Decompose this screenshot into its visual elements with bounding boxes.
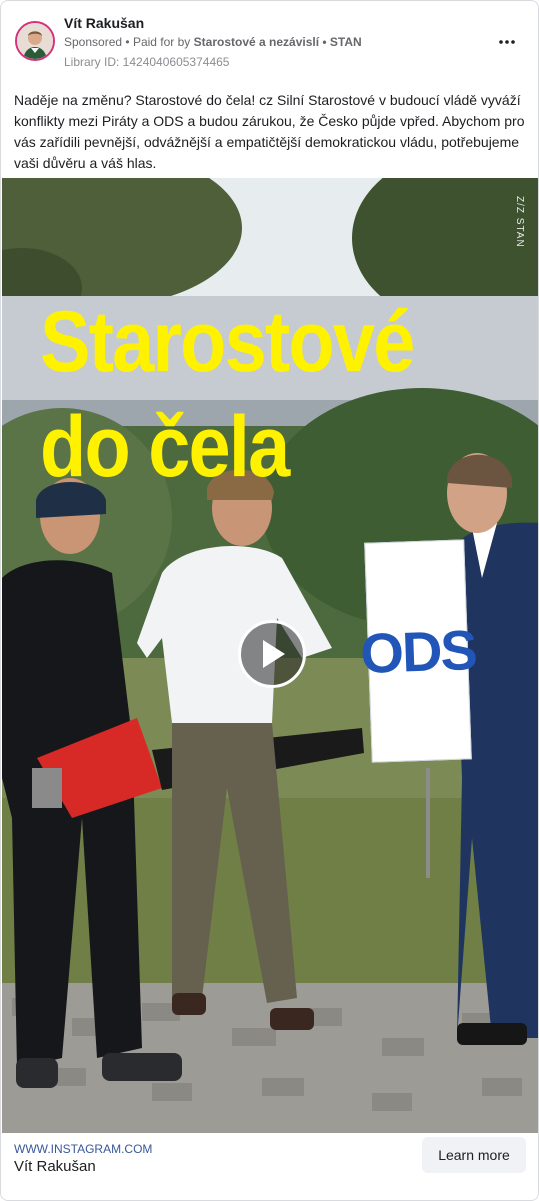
page-name[interactable]: Vít Rakušan [64,15,144,31]
play-icon [263,640,285,668]
headline-line1: Starostové [40,294,415,390]
footer-title[interactable]: Vít Rakušan [14,1158,96,1175]
sponsored-label: Sponsored [64,35,123,49]
sponsor-line: Sponsored • Paid for by Starostové a nez… [64,35,362,49]
ad-footer[interactable]: WWW.INSTAGRAM.COM Vít Rakušan Learn more [1,1133,538,1200]
play-button[interactable] [238,620,306,688]
separator: • [125,35,130,49]
post-header: Vít Rakušan Sponsored • Paid for by Star… [1,1,538,79]
paid-for-prefix: Paid for by [132,35,191,49]
ad-card: Vít Rakušan Sponsored • Paid for by Star… [0,0,539,1201]
footer-url[interactable]: WWW.INSTAGRAM.COM [14,1142,152,1156]
more-options-button[interactable] [494,29,520,55]
watermark: Z/Z STAN [514,196,525,248]
paid-for-entity[interactable]: Starostové a nezávislí • STAN [194,35,362,49]
avatar[interactable] [15,21,55,61]
avatar-portrait-icon [17,23,53,59]
headline-line2: do čela [40,399,290,495]
post-body: Naděje na změnu? Starostové do čela! cz … [14,92,525,171]
learn-more-button[interactable]: Learn more [422,1137,526,1173]
library-id: Library ID: 1424040605374465 [64,55,230,69]
more-options-icon [499,40,515,44]
ods-sign: ODS [359,539,477,763]
ad-video[interactable]: Starostové do čela Z/Z STAN ODS [2,178,538,1133]
ods-sign-text: ODS [359,617,477,685]
